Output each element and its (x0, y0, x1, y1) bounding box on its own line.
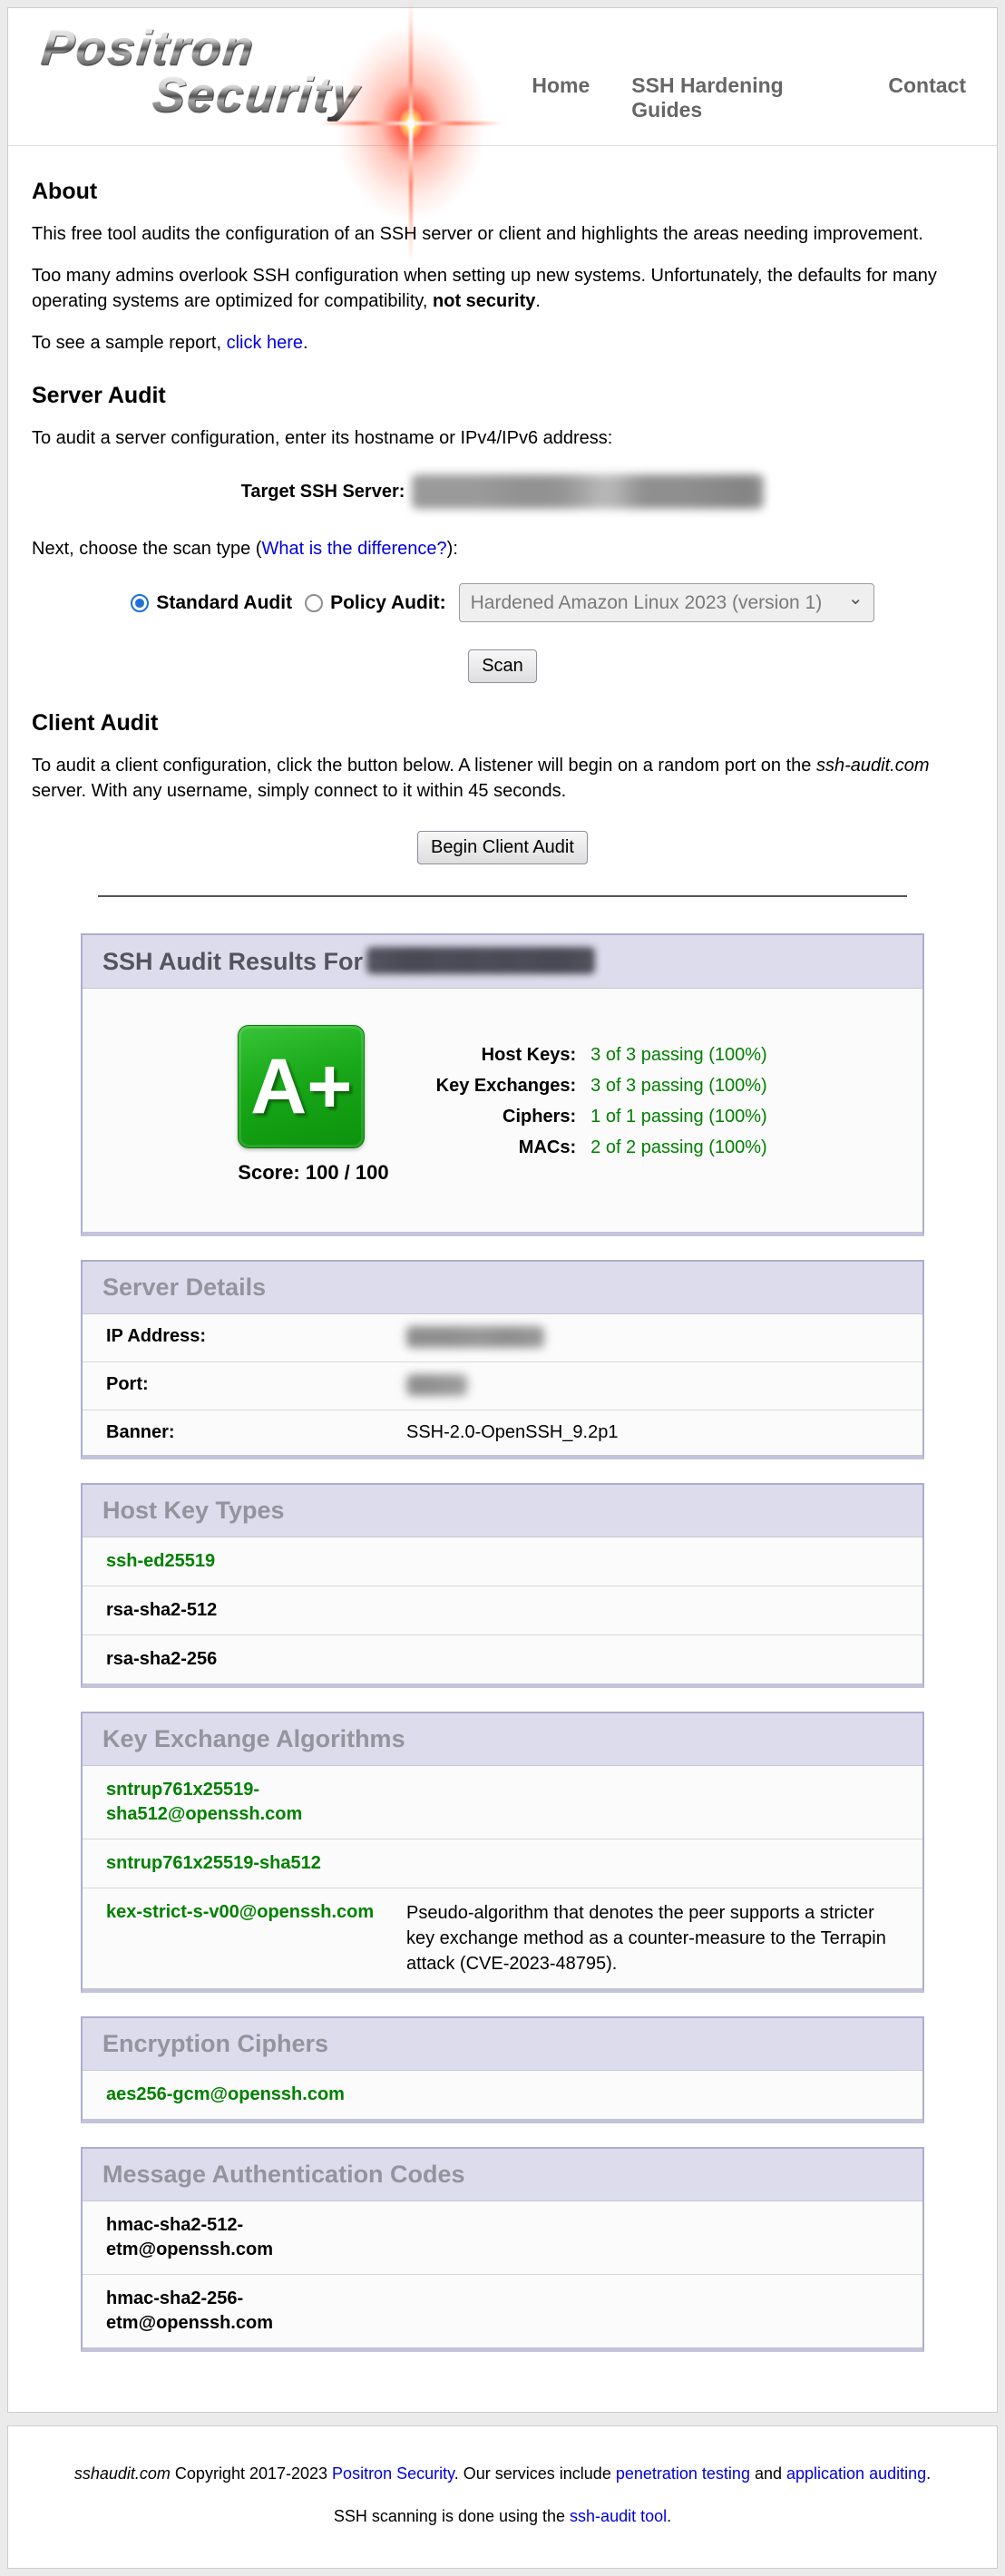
cipher-name: aes256-gcm@openssh.com (106, 2083, 383, 2107)
key-exchange-panel: Key Exchange Algorithms sntrup761x25519-… (81, 1712, 924, 1993)
stat-value: 1 of 1 passing (100%) (590, 1107, 767, 1127)
footer-line-2: SSH scanning is done using the ssh-audit… (26, 2505, 979, 2528)
list-item: sntrup761x25519-sha512 (83, 1839, 922, 1888)
sample-report-link[interactable]: click here (227, 333, 303, 353)
ip-address-label: IP Address: (106, 1326, 383, 1350)
encryption-ciphers-title: Encryption Ciphers (102, 2030, 328, 2057)
host-key-types-title: Host Key Types (102, 1497, 285, 1524)
host-key-name: rsa-sha2-512 (106, 1598, 383, 1623)
score-label: Score: 100 / 100 (238, 1161, 388, 1185)
site-header: Positron Security Home SSH Hardening Gui… (8, 8, 997, 146)
positron-security-logo[interactable]: Positron Security (39, 23, 532, 140)
client-audit-heading: Client Audit (32, 710, 973, 737)
footer-line-1: sshaudit.com Copyright 2017-2023 Positro… (26, 2463, 979, 2485)
list-item: rsa-sha2-256 (83, 1634, 922, 1683)
standard-audit-radio[interactable] (131, 594, 149, 612)
scan-type-options: Standard Audit Policy Audit: Hardened Am… (32, 583, 973, 622)
site-footer: sshaudit.com Copyright 2017-2023 Positro… (7, 2425, 998, 2569)
table-row: IP Address: (83, 1314, 922, 1361)
banner-label: Banner: (106, 1422, 383, 1443)
key-exchange-title: Key Exchange Algorithms (102, 1725, 405, 1752)
kex-name: kex-strict-s-v00@openssh.com (106, 1900, 383, 1976)
scan-button[interactable]: Scan (468, 649, 537, 683)
stat-label: MACs: (436, 1137, 577, 1158)
redacted-port-value (406, 1374, 468, 1396)
mac-name: hmac-sha2-256-etm@openssh.com (106, 2287, 383, 2336)
standard-audit-label: Standard Audit (156, 592, 292, 614)
grade-section: A+ Score: 100 / 100 Host Keys: 3 of 3 pa… (83, 989, 922, 1232)
server-details-title: Server Details (102, 1273, 266, 1301)
server-audit-heading: Server Audit (32, 383, 973, 409)
stat-label: Ciphers: (436, 1107, 577, 1127)
stat-value: 2 of 2 passing (100%) (590, 1137, 767, 1158)
scan-type-paragraph: Next, choose the scan type (What is the … (32, 536, 973, 561)
page-content: About This free tool audits the configur… (8, 146, 997, 2352)
policy-select-wrap: Hardened Amazon Linux 2023 (version 1) (459, 583, 874, 622)
list-item: hmac-sha2-256-etm@openssh.com (83, 2274, 922, 2347)
stat-value: 3 of 3 passing (100%) (590, 1045, 767, 1066)
results-divider (98, 895, 908, 897)
about-paragraph-3: To see a sample report, click here. (32, 330, 973, 356)
about-paragraph-2: Too many admins overlook SSH configurati… (32, 263, 973, 314)
main-nav: Home SSH Hardening Guides Contact (532, 73, 966, 140)
kex-note: Pseudo-algorithm that denotes the peer s… (406, 1900, 899, 1976)
kex-name: sntrup761x25519-sha512 (106, 1851, 383, 1876)
list-item: rsa-sha2-512 (83, 1586, 922, 1634)
target-server-row: Target SSH Server: (32, 474, 973, 509)
main-content-card: Positron Security Home SSH Hardening Gui… (7, 7, 998, 2413)
not-security-bold: not security (433, 291, 535, 311)
stat-value: 3 of 3 passing (100%) (590, 1076, 767, 1097)
policy-audit-label: Policy Audit: (330, 592, 446, 614)
nav-link-ssh-hardening-guides[interactable]: SSH Hardening Guides (631, 73, 846, 140)
stat-label: Key Exchanges: (436, 1076, 577, 1097)
banner-value: SSH-2.0-OpenSSH_9.2p1 (406, 1422, 899, 1443)
about-paragraph-1: This free tool audits the configuration … (32, 221, 973, 247)
table-row: Port: (83, 1361, 922, 1410)
audit-results-panel: SSH Audit Results For A+ Score: 100 / 10… (81, 933, 924, 1236)
server-audit-intro: To audit a server configuration, enter i… (32, 425, 973, 451)
scan-type-difference-link[interactable]: What is the difference? (261, 539, 446, 559)
server-details-panel: Server Details IP Address: Port: Banner:… (81, 1260, 924, 1459)
macs-title: Message Authentication Codes (102, 2161, 465, 2188)
host-key-name: rsa-sha2-256 (106, 1647, 383, 1672)
policy-audit-radio[interactable] (305, 594, 323, 612)
client-audit-paragraph: To audit a client configuration, click t… (32, 753, 973, 804)
redacted-target-hostname (366, 947, 595, 974)
footer-positron-security-link[interactable]: Positron Security (332, 2464, 454, 2483)
list-item: ssh-ed25519 (83, 1537, 922, 1586)
footer-penetration-testing-link[interactable]: penetration testing (616, 2464, 750, 2483)
audit-results-title: SSH Audit Results For (102, 948, 363, 975)
results-stats: Host Keys: 3 of 3 passing (100%) Key Exc… (436, 1045, 767, 1158)
ssh-audit-domain-italic: ssh-audit.com (816, 756, 930, 776)
begin-client-audit-button[interactable]: Begin Client Audit (417, 831, 588, 864)
footer-application-auditing-link[interactable]: application auditing (786, 2464, 926, 2483)
grade-badge: A+ (238, 1025, 365, 1148)
target-server-input[interactable] (412, 474, 764, 509)
nav-link-home[interactable]: Home (532, 73, 590, 140)
host-key-types-panel: Host Key Types ssh-ed25519 rsa-sha2-512 … (81, 1483, 924, 1688)
policy-select[interactable]: Hardened Amazon Linux 2023 (version 1) (459, 583, 874, 622)
kex-name: sntrup761x25519-sha512@openssh.com (106, 1778, 383, 1827)
list-item: kex-strict-s-v00@openssh.com Pseudo-algor… (83, 1888, 922, 1988)
macs-panel: Message Authentication Codes hmac-sha2-5… (81, 2147, 924, 2352)
list-item: sntrup761x25519-sha512@openssh.com (83, 1766, 922, 1839)
target-server-label: Target SSH Server: (241, 482, 405, 503)
list-item: hmac-sha2-512-etm@openssh.com (83, 2201, 922, 2274)
footer-ssh-audit-tool-link[interactable]: ssh-audit tool (570, 2507, 667, 2525)
host-key-name: ssh-ed25519 (106, 1549, 383, 1574)
table-row: Banner: SSH-2.0-OpenSSH_9.2p1 (83, 1410, 922, 1455)
about-heading: About (32, 179, 973, 205)
mac-name: hmac-sha2-512-etm@openssh.com (106, 2213, 383, 2262)
list-item: aes256-gcm@openssh.com (83, 2071, 922, 2119)
footer-domain-italic: sshaudit.com (74, 2464, 171, 2483)
port-label: Port: (106, 1374, 383, 1398)
encryption-ciphers-panel: Encryption Ciphers aes256-gcm@openssh.co… (81, 2016, 924, 2123)
redacted-ip-value (406, 1326, 544, 1348)
logo-line-2: Security (150, 70, 363, 121)
nav-link-contact[interactable]: Contact (888, 73, 966, 140)
logo-line-1: Positron (39, 23, 258, 73)
stat-label: Host Keys: (436, 1045, 577, 1066)
